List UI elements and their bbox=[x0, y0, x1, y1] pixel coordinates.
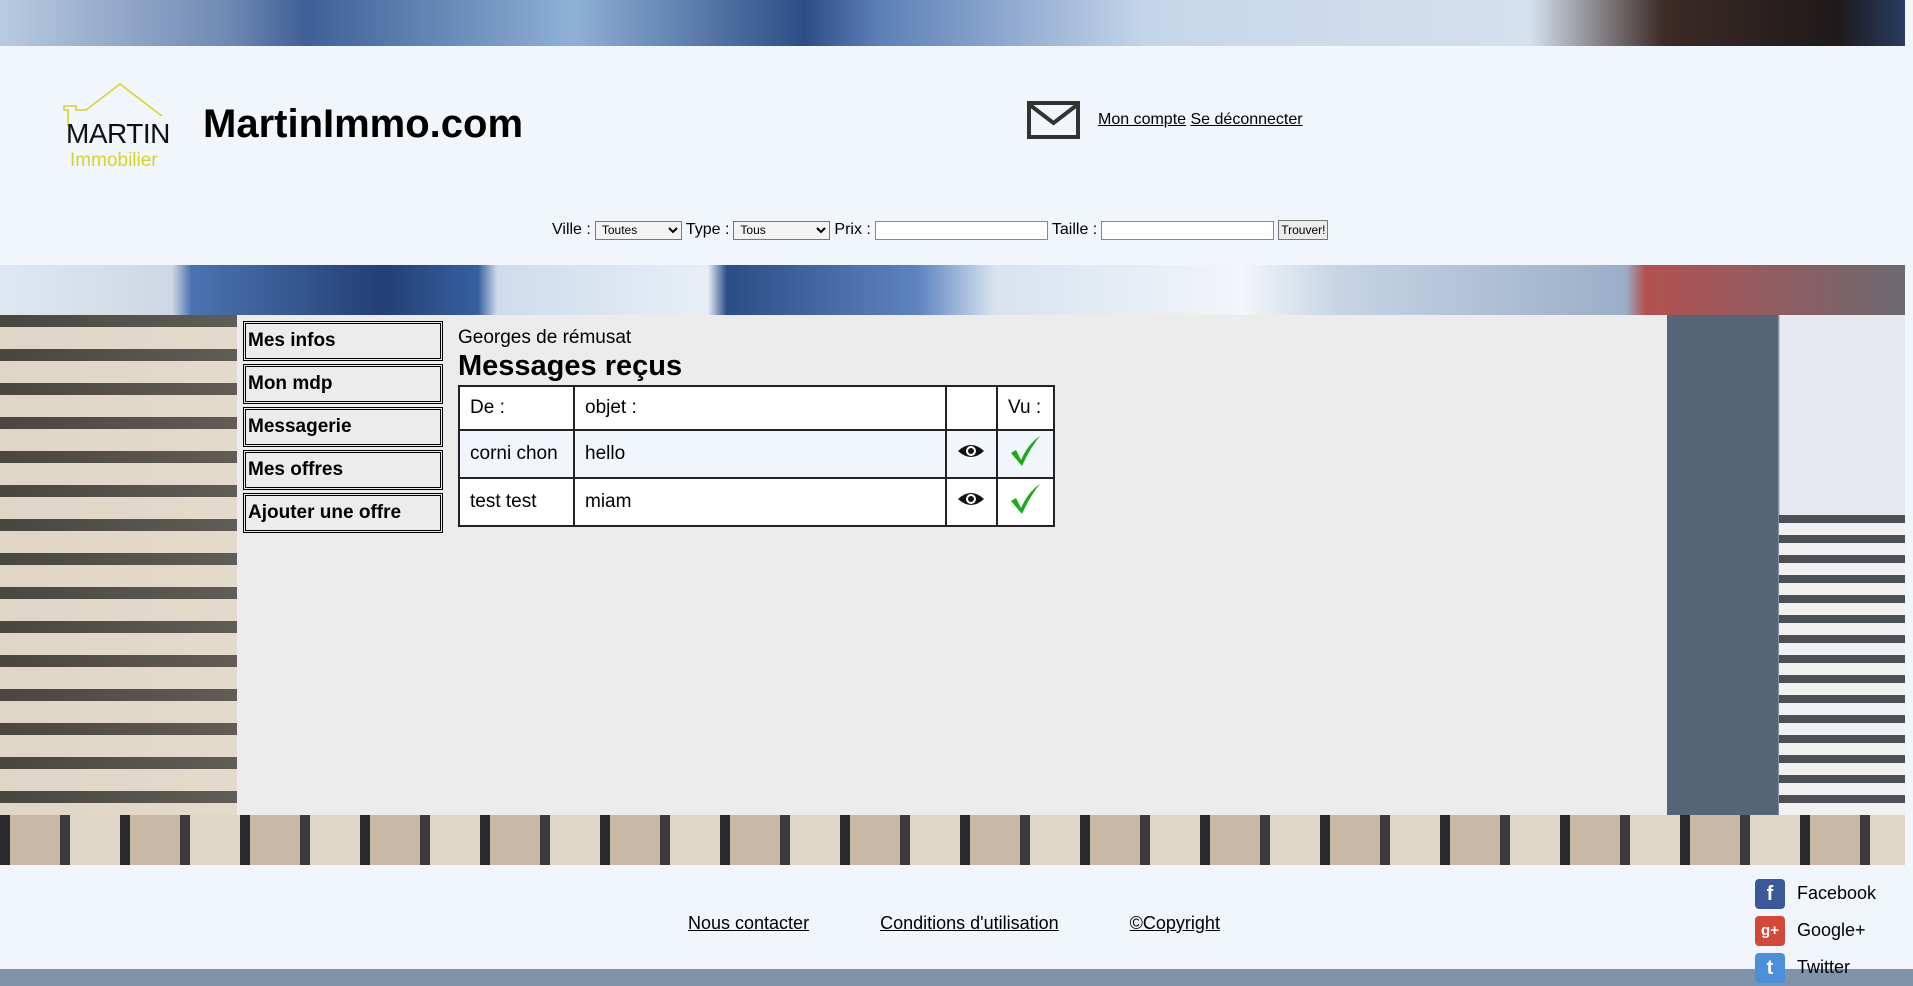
twitter-label: Twitter bbox=[1797, 957, 1851, 977]
copyright-link[interactable]: ©Copyright bbox=[1130, 913, 1220, 933]
check-icon bbox=[1008, 482, 1042, 522]
twitter-icon: t bbox=[1755, 952, 1785, 983]
view-cell bbox=[945, 429, 998, 479]
column-header-seen: Vu : bbox=[996, 385, 1055, 431]
eye-icon[interactable] bbox=[957, 442, 985, 466]
column-header-view bbox=[945, 385, 998, 431]
message-from: test test bbox=[458, 477, 575, 527]
sidebar-nav: Mes infos Mon mdp Messagerie Mes offres … bbox=[243, 321, 443, 536]
envelope-icon[interactable] bbox=[1027, 101, 1080, 139]
background-skyline-top bbox=[0, 0, 1913, 46]
prix-input[interactable] bbox=[874, 220, 1048, 240]
sidebar-item-messagerie[interactable]: Messagerie bbox=[243, 407, 443, 447]
column-header-from: De : bbox=[458, 385, 575, 431]
google-plus-label: Google+ bbox=[1797, 920, 1866, 940]
background-building-left bbox=[0, 315, 237, 815]
sidebar-item-mon-mdp[interactable]: Mon mdp bbox=[243, 364, 443, 404]
terms-link[interactable]: Conditions d'utilisation bbox=[880, 913, 1059, 933]
type-label: Type : bbox=[685, 221, 730, 238]
twitter-link[interactable]: t Twitter bbox=[1755, 949, 1876, 986]
background-building-bottom bbox=[0, 815, 1913, 865]
account-links: Mon compte Se déconnecter bbox=[1098, 111, 1303, 129]
google-plus-icon: g+ bbox=[1755, 915, 1785, 946]
facebook-link[interactable]: f Facebook bbox=[1755, 875, 1876, 912]
logo-subtitle: Immobilier bbox=[70, 150, 158, 171]
prix-label: Prix : bbox=[834, 221, 871, 238]
social-links: f Facebook g+ Google+ t Twitter bbox=[1755, 875, 1876, 986]
site-footer: Nous contacter Conditions d'utilisation … bbox=[0, 865, 1905, 983]
messages-table: De : objet : Vu : corni chon hello test … bbox=[458, 385, 1055, 527]
search-form: Ville : Toutes Type : Tous Prix : Taille… bbox=[552, 220, 1329, 240]
taille-input[interactable] bbox=[1101, 220, 1275, 240]
table-row[interactable]: corni chon hello bbox=[458, 429, 1055, 479]
eye-icon[interactable] bbox=[957, 490, 985, 514]
contact-link[interactable]: Nous contacter bbox=[688, 913, 809, 933]
background-skyline-middle bbox=[0, 265, 1913, 315]
search-button[interactable]: Trouver! bbox=[1278, 220, 1329, 240]
logout-link[interactable]: Se déconnecter bbox=[1191, 111, 1303, 128]
page-title: Messages reçus bbox=[458, 350, 683, 382]
sidebar-item-mes-infos[interactable]: Mes infos bbox=[243, 321, 443, 361]
footer-links: Nous contacter Conditions d'utilisation … bbox=[688, 913, 1286, 934]
type-select[interactable]: Tous bbox=[733, 220, 831, 240]
background-building-right bbox=[1667, 315, 1913, 815]
table-row[interactable]: test test miam bbox=[458, 477, 1055, 527]
check-icon bbox=[1008, 434, 1042, 474]
view-cell bbox=[945, 477, 998, 527]
facebook-label: Facebook bbox=[1797, 883, 1877, 903]
sidebar-item-ajouter-offre[interactable]: Ajouter une offre bbox=[243, 493, 443, 533]
ville-label: Ville : bbox=[552, 221, 591, 238]
seen-cell bbox=[996, 429, 1055, 479]
taille-label: Taille : bbox=[1051, 221, 1098, 238]
site-title: MartinImmo.com bbox=[203, 102, 524, 146]
messages-section: Georges de rémusat Messages reçus De : o… bbox=[458, 327, 1055, 527]
column-header-subject: objet : bbox=[573, 385, 947, 431]
facebook-icon: f bbox=[1755, 878, 1785, 909]
google-plus-link[interactable]: g+ Google+ bbox=[1755, 912, 1876, 949]
scrollbar[interactable] bbox=[1905, 0, 1913, 969]
sidebar-item-mes-offres[interactable]: Mes offres bbox=[243, 450, 443, 490]
seen-cell bbox=[996, 477, 1055, 527]
main-panel: Mes infos Mon mdp Messagerie Mes offres … bbox=[237, 315, 1667, 815]
my-account-link[interactable]: Mon compte bbox=[1098, 111, 1186, 128]
logo[interactable]: MARTIN Immobilier bbox=[62, 80, 172, 180]
site-header: MARTIN Immobilier MartinImmo.com Mon com… bbox=[0, 46, 1905, 265]
message-from: corni chon bbox=[458, 429, 575, 479]
message-subject: hello bbox=[573, 429, 947, 479]
table-header-row: De : objet : Vu : bbox=[458, 385, 1055, 431]
message-subject: miam bbox=[573, 477, 947, 527]
logo-name: MARTIN bbox=[66, 118, 170, 149]
user-name: Georges de rémusat bbox=[458, 327, 632, 348]
ville-select[interactable]: Toutes bbox=[594, 220, 682, 240]
